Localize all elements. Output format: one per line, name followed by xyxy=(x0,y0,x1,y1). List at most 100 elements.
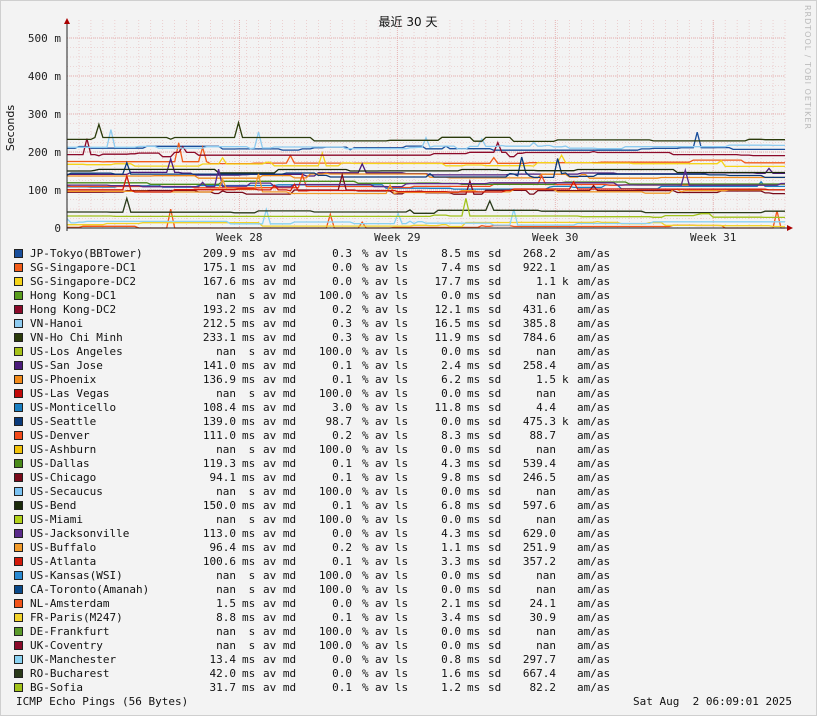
legend-swatch xyxy=(14,501,23,510)
legend-avg-value: 113.0 xyxy=(202,527,236,540)
legend-avg-value: 100.6 xyxy=(202,555,236,568)
legend-sd-label: sd xyxy=(488,611,502,624)
legend-sd-value: 17.7 xyxy=(434,275,462,288)
legend-av-md-label: av md xyxy=(263,513,297,526)
legend-series-name: Hong Kong-DC1 xyxy=(30,289,117,302)
legend-avg-value: 1.5 xyxy=(216,597,236,610)
legend-swatch xyxy=(14,487,23,496)
legend-max-value: nan xyxy=(536,387,556,400)
legend-am-as-label: am/as xyxy=(577,485,611,498)
legend-loss-value: 0.2 xyxy=(332,541,352,554)
legend-av-ls-label: av ls xyxy=(375,597,409,610)
legend-av-md-label: av md xyxy=(263,457,297,470)
legend-swatch xyxy=(14,305,23,314)
legend-series-name: VN-Hanoi xyxy=(30,317,83,330)
legend-loss-value: 0.1 xyxy=(332,681,352,694)
legend-avg-unit: ms xyxy=(242,359,256,372)
legend-series-name: NL-Amsterdam xyxy=(30,597,110,610)
legend-av-md-label: av md xyxy=(263,429,297,442)
legend-swatch xyxy=(14,459,23,468)
legend-am-as-label: am/as xyxy=(577,639,611,652)
legend-am-as-label: am/as xyxy=(577,289,611,302)
legend-pct-sign: % xyxy=(362,415,369,428)
legend-pct-sign: % xyxy=(362,611,369,624)
legend-avg-value: 233.1 xyxy=(202,331,236,344)
legend-sd-label: sd xyxy=(488,681,502,694)
legend-av-md-label: av md xyxy=(263,597,297,610)
legend-av-ls-label: av ls xyxy=(375,513,409,526)
legend-series-name: SG-Singapore-DC2 xyxy=(30,275,136,288)
major-grid xyxy=(67,20,785,229)
y-tick-label: 500 m xyxy=(28,32,61,45)
legend-swatch xyxy=(14,585,23,594)
legend-sd-value: 0.0 xyxy=(441,513,461,526)
legend-avg-value: 94.1 xyxy=(209,471,237,484)
legend-sd-value: 0.0 xyxy=(441,387,461,400)
legend-am-as-label: am/as xyxy=(577,471,611,484)
legend-swatch xyxy=(14,655,23,664)
legend-sd-unit: ms xyxy=(467,247,481,260)
legend-sd-label: sd xyxy=(488,583,502,596)
legend-sd-label: sd xyxy=(488,499,502,512)
legend-am-as-label: am/as xyxy=(577,667,611,680)
legend-series-name: RO-Bucharest xyxy=(30,667,110,680)
legend-swatch xyxy=(14,669,23,678)
legend-am-as-label: am/as xyxy=(577,331,611,344)
legend-sd-label: sd xyxy=(488,331,502,344)
legend-av-ls-label: av ls xyxy=(375,457,409,470)
legend-sd-value: 0.0 xyxy=(441,443,461,456)
legend-am-as-label: am/as xyxy=(577,359,611,372)
chart-title: 最近 30 天 xyxy=(379,15,438,29)
legend-av-md-label: av md xyxy=(263,401,297,414)
legend-am-as-label: am/as xyxy=(577,345,611,358)
legend-row: VN-Hanoi 212.5 ms av md 0.3% av ls 16.5 ms sd 385… xyxy=(14,317,614,331)
legend-series-name: US-Monticello xyxy=(30,401,117,414)
legend-av-md-label: av md xyxy=(263,317,297,330)
legend-row: US-Los Angeles nan s av md 100.0% av ls 0.0 ms… xyxy=(14,345,614,359)
legend-av-md-label: av md xyxy=(263,639,297,652)
legend-sd-label: sd xyxy=(488,443,502,456)
legend-avg-value: 193.2 xyxy=(202,303,236,316)
y-tick-label: 200 m xyxy=(28,146,61,159)
legend-av-md-label: av md xyxy=(263,611,297,624)
legend-avg-unit: ms xyxy=(242,401,256,414)
legend-av-ls-label: av ls xyxy=(375,569,409,582)
legend-sd-label: sd xyxy=(488,261,502,274)
legend-sd-label: sd xyxy=(488,457,502,470)
legend-row: US-Monticello 108.4 ms av md 3.0% av ls 11.8 ms… xyxy=(14,401,614,415)
legend-av-md-label: av md xyxy=(263,247,297,260)
legend-am-as-label: am/as xyxy=(577,457,611,470)
legend-sd-unit: ms xyxy=(467,527,481,540)
legend-av-ls-label: av ls xyxy=(375,401,409,414)
legend-av-ls-label: av ls xyxy=(375,359,409,372)
legend-sd-unit: ms xyxy=(467,387,481,400)
legend-avg-value: 96.4 xyxy=(209,541,237,554)
legend-row: RO-Bucharest 42.0 ms av md 0.0% av ls 1.6 ms sd 6… xyxy=(14,667,614,681)
legend-av-ls-label: av ls xyxy=(375,667,409,680)
legend-series-name: US-Bend xyxy=(30,499,77,512)
legend-av-ls-label: av ls xyxy=(375,541,409,554)
legend-loss-value: 100.0 xyxy=(318,485,352,498)
legend-avg-unit: ms xyxy=(242,611,256,624)
legend-av-ls-label: av ls xyxy=(375,429,409,442)
footer-description: ICMP Echo Pings (56 Bytes) xyxy=(16,695,189,708)
legend-pct-sign: % xyxy=(362,653,369,666)
legend-row: US-Jacksonville 113.0 ms av md 0.0% av ls 4.3 m… xyxy=(14,527,614,541)
legend-series-name: UK-Coventry xyxy=(30,639,103,652)
legend-av-ls-label: av ls xyxy=(375,681,409,694)
legend-series-name: CA-Toronto(Amanah) xyxy=(30,583,150,596)
legend-sd-label: sd xyxy=(488,345,502,358)
legend-avg-value: nan xyxy=(216,625,236,638)
legend-av-ls-label: av ls xyxy=(375,289,409,302)
legend-loss-value: 0.1 xyxy=(332,499,352,512)
legend-row: US-Kansas(WSI) nan s av md 100.0% av ls 0.0 ms… xyxy=(14,569,614,583)
legend-pct-sign: % xyxy=(362,555,369,568)
legend-av-md-label: av md xyxy=(263,625,297,638)
legend-swatch xyxy=(14,263,23,272)
legend-loss-value: 0.3 xyxy=(332,331,352,344)
legend-am-as-label: am/as xyxy=(577,415,611,428)
legend-av-ls-label: av ls xyxy=(375,317,409,330)
legend-sd-label: sd xyxy=(488,541,502,554)
legend-av-ls-label: av ls xyxy=(375,625,409,638)
legend-series-name: US-Phoenix xyxy=(30,373,97,386)
